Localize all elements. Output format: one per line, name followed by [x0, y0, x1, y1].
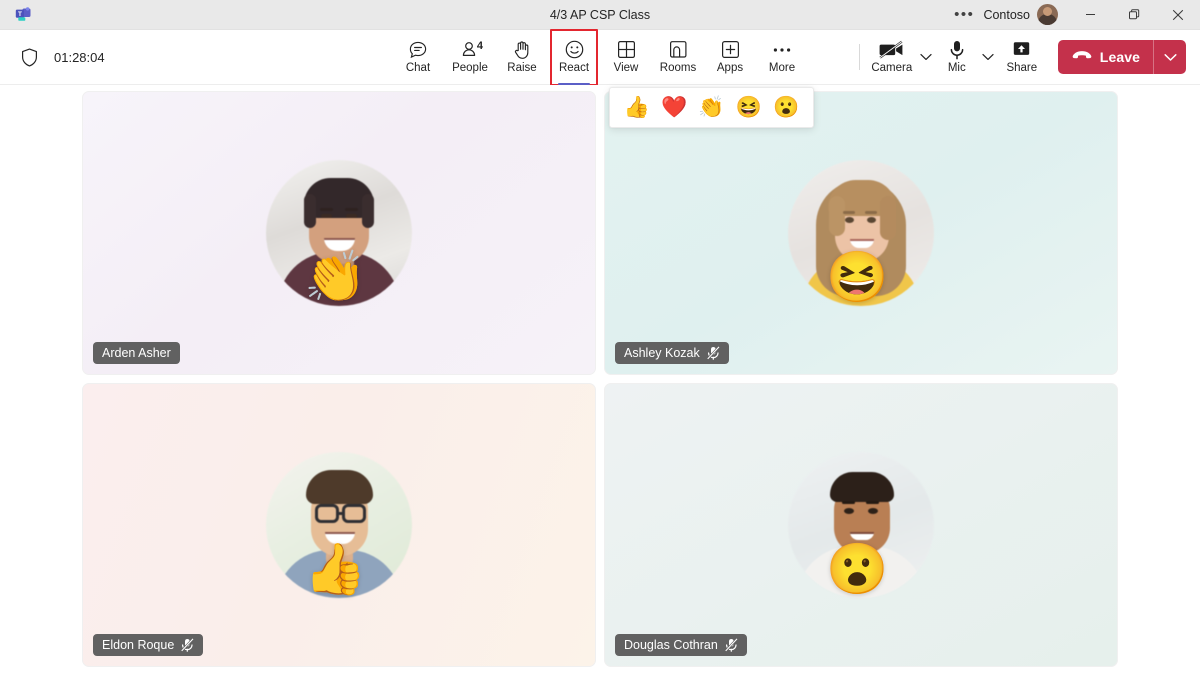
- rooms-icon: [669, 39, 688, 60]
- avatar-wrap: 😆: [788, 160, 934, 306]
- participant-name-tag: Douglas Cothran: [615, 634, 747, 656]
- more-button-label: More: [768, 62, 796, 75]
- participant-name-tag: Ashley Kozak: [615, 342, 729, 364]
- share-button-label: Share: [1006, 62, 1038, 75]
- participant-name: Arden Asher: [102, 346, 171, 360]
- mic-button[interactable]: Mic: [936, 33, 978, 81]
- mic-button-label: Mic: [947, 62, 966, 75]
- more-button[interactable]: More: [756, 33, 808, 81]
- org-name-label: Contoso: [983, 7, 1030, 22]
- chat-button-label: Chat: [405, 62, 431, 75]
- react-smiley-icon: [564, 39, 585, 60]
- mic-muted-icon: [724, 638, 738, 652]
- thumbs-up-reaction: 👍: [304, 541, 367, 597]
- laugh-reaction: 😆: [826, 249, 889, 305]
- avatar[interactable]: [1037, 4, 1058, 25]
- teams-logo-icon: T: [0, 6, 46, 23]
- people-count-badge: 4: [476, 40, 483, 53]
- share-button[interactable]: Share: [998, 33, 1046, 81]
- raise-hand-icon: [513, 39, 532, 60]
- heart-reaction[interactable]: ❤️: [659, 97, 689, 118]
- participant-name-tag: Arden Asher: [93, 342, 180, 364]
- avatar-wrap: 😮: [788, 452, 934, 598]
- svg-text:T: T: [17, 11, 21, 18]
- participant-tile[interactable]: 👏 Arden Asher: [82, 91, 596, 375]
- title-bar-right: ••• Contoso: [945, 0, 1200, 29]
- chat-button[interactable]: Chat: [392, 33, 444, 81]
- camera-options-chevron-down-icon[interactable]: [916, 34, 936, 80]
- leave-options-chevron-down-icon[interactable]: [1154, 40, 1186, 74]
- view-button-label: View: [613, 62, 639, 75]
- teams-meeting-window: T 4/3 AP CSP Class ••• Contoso 01:28:04 …: [0, 0, 1200, 675]
- react-button[interactable]: React: [548, 29, 600, 86]
- camera-off-icon: [879, 39, 905, 60]
- people-icon: 4: [460, 39, 483, 60]
- toolbar-divider: [858, 44, 860, 70]
- apps-button[interactable]: Apps: [704, 33, 756, 81]
- toolbar-left: 01:28:04: [14, 42, 264, 72]
- hang-up-icon: [1072, 48, 1092, 66]
- surprised-reaction[interactable]: 😮: [771, 97, 801, 118]
- maximize-button[interactable]: [1112, 0, 1156, 30]
- laugh-reaction[interactable]: 😆: [734, 97, 764, 118]
- people-button[interactable]: 4 People: [444, 33, 496, 81]
- chat-icon: [408, 39, 428, 60]
- raise-hand-button[interactable]: Raise: [496, 33, 548, 81]
- video-grid: 👏 Arden Asher 😆 Ashley Kozak 👍 Eldon Roq…: [0, 85, 1200, 675]
- react-button-label: React: [558, 62, 590, 75]
- apps-button-label: Apps: [716, 62, 744, 75]
- avatar-wrap: 👍: [266, 452, 412, 598]
- participant-tile[interactable]: 😮 Douglas Cothran: [604, 383, 1118, 667]
- titlebar-more-button[interactable]: •••: [945, 0, 983, 29]
- participant-tile[interactable]: 😆 Ashley Kozak: [604, 91, 1118, 375]
- thumbs-up-reaction[interactable]: 👍: [622, 97, 652, 118]
- view-grid-icon: [617, 39, 636, 60]
- mic-muted-icon: [181, 638, 195, 652]
- toolbar-right-actions: Camera Mic Share Leave: [851, 30, 1186, 84]
- minimize-button[interactable]: [1068, 0, 1112, 30]
- apps-plus-icon: [721, 39, 740, 60]
- meeting-toolbar: 01:28:04 Chat 4 People Raise React View …: [0, 29, 1200, 86]
- camera-button[interactable]: Camera: [868, 33, 916, 81]
- surprised-reaction: 😮: [826, 541, 889, 597]
- leave-button[interactable]: Leave: [1057, 40, 1186, 74]
- mic-icon: [949, 39, 965, 60]
- leave-button-label: Leave: [1099, 49, 1140, 65]
- more-ellipsis-icon: [772, 39, 792, 60]
- title-bar: T 4/3 AP CSP Class ••• Contoso: [0, 0, 1200, 30]
- participant-name: Douglas Cothran: [624, 638, 718, 652]
- leave-button-main[interactable]: Leave: [1058, 40, 1153, 74]
- shield-icon[interactable]: [14, 42, 44, 72]
- participant-name: Ashley Kozak: [624, 346, 700, 360]
- people-button-label: People: [452, 62, 488, 75]
- participant-name: Eldon Roque: [102, 638, 175, 652]
- close-button[interactable]: [1156, 0, 1200, 30]
- view-button[interactable]: View: [600, 33, 652, 81]
- meeting-timer: 01:28:04: [54, 49, 105, 65]
- share-screen-icon: [1012, 39, 1031, 60]
- avatar-wrap: 👏: [266, 160, 412, 306]
- mic-muted-icon: [706, 346, 720, 360]
- applause-reaction: 👏: [304, 249, 367, 305]
- toolbar-center-actions: Chat 4 People Raise React View Rooms App…: [392, 29, 808, 86]
- rooms-button[interactable]: Rooms: [652, 33, 704, 81]
- raise-button-label: Raise: [507, 62, 537, 75]
- applause-reaction[interactable]: 👏: [696, 97, 726, 118]
- participant-tile[interactable]: 👍 Eldon Roque: [82, 383, 596, 667]
- mic-options-chevron-down-icon[interactable]: [978, 34, 998, 80]
- rooms-button-label: Rooms: [659, 62, 697, 75]
- camera-button-label: Camera: [871, 62, 913, 75]
- participant-name-tag: Eldon Roque: [93, 634, 204, 656]
- reactions-popup[interactable]: 👍 ❤️ 👏 😆 😮: [609, 87, 814, 128]
